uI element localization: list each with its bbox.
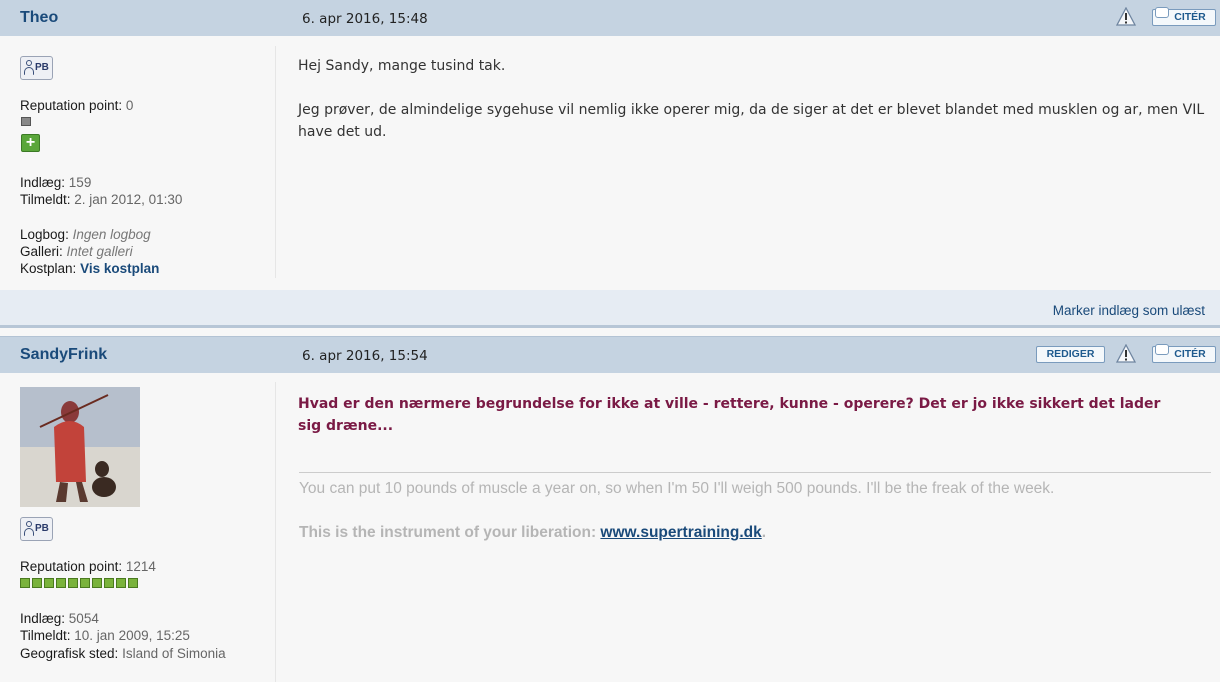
reputation-indicator — [21, 117, 31, 126]
reputation-box — [56, 578, 66, 588]
quote-button-label: CITÉR — [1174, 348, 1206, 360]
reputation-box — [32, 578, 42, 588]
private-message-button[interactable]: PB — [20, 517, 53, 541]
post-date: 6. apr 2016, 15:54 — [302, 348, 428, 364]
signature-divider — [299, 472, 1211, 473]
user-icon — [26, 60, 32, 66]
post-header: Theo 6. apr 2016, 15:48 CITÉR — [0, 0, 1220, 36]
gallery-value: Intet galleri — [66, 244, 133, 259]
joined-label: Tilmeldt — [20, 192, 67, 207]
post-date: 6. apr 2016, 15:48 — [302, 11, 428, 27]
reputation-box — [44, 578, 54, 588]
signature-line: This is the instrument of your liberatio… — [299, 524, 766, 542]
plus-icon[interactable]: + — [21, 134, 40, 152]
reputation-box — [116, 578, 126, 588]
posts-value: 159 — [68, 175, 92, 190]
posts-value: 5054 — [68, 611, 99, 626]
signature-line: You can put 10 pounds of muscle a year o… — [299, 480, 1055, 497]
pb-icon-label: PB — [35, 523, 49, 534]
logbook-row: Logbog: Ingen logbog — [20, 227, 151, 242]
joined-value: 10. jan 2009, 15:25 — [74, 628, 190, 643]
diet-link[interactable]: Vis kostplan — [80, 261, 159, 276]
user-icon — [26, 521, 32, 527]
message-paragraph: Hej Sandy, mange tusind tak. — [298, 58, 506, 74]
joined-row: Tilmeldt: 2. jan 2012, 01:30 — [20, 192, 183, 207]
quote-button[interactable]: CITÉR — [1152, 344, 1216, 363]
posts-row: Indlæg: 159 — [20, 175, 92, 190]
message-paragraph: Jeg prøver, de almindelige sygehuse vil … — [298, 102, 1205, 140]
gallery-label: Galleri — [20, 244, 60, 259]
report-icon[interactable] — [1116, 7, 1136, 27]
post-author[interactable]: Theo — [20, 9, 58, 27]
reputation-value: 1214 — [125, 559, 156, 574]
joined-label: Tilmeldt — [20, 628, 67, 643]
joined-value: 2. jan 2012, 01:30 — [74, 192, 183, 207]
diet-label: Kostplan — [20, 261, 73, 276]
diet-row: Kostplan: Vis kostplan — [20, 261, 160, 276]
user-sidebar: PB Reputation point: 0 + Indlæg: 159 Til… — [0, 46, 276, 278]
logbook-value: Ingen logbog — [72, 227, 151, 242]
location-label: Geografisk sted — [20, 646, 115, 661]
report-icon[interactable] — [1116, 344, 1136, 364]
signature-text: This is the instrument of your liberatio… — [299, 524, 601, 541]
reputation-box — [92, 578, 102, 588]
reputation-bar — [20, 578, 140, 589]
reputation-value: 0 — [125, 98, 134, 113]
post-footer: Marker indlæg som ulæst — [0, 290, 1220, 328]
gallery-row: Galleri: Intet galleri — [20, 244, 133, 259]
quote-button-label: CITÉR — [1174, 11, 1206, 23]
speech-bubble-icon — [1155, 7, 1169, 18]
posts-label: Indlæg — [20, 175, 62, 190]
reputation-box — [128, 578, 138, 588]
avatar-image — [20, 387, 140, 507]
signature-suffix: . — [761, 524, 767, 541]
signature-link[interactable]: www.supertraining.dk — [600, 524, 761, 541]
logbook-label: Logbog — [20, 227, 66, 242]
quote-button[interactable]: CITÉR — [1152, 7, 1216, 26]
reputation-row: Reputation point: 0 — [20, 98, 134, 113]
avatar — [20, 387, 140, 507]
post-header: SandyFrink 6. apr 2016, 15:54 REDIGER CI… — [0, 336, 1220, 373]
posts-label: Indlæg — [20, 611, 62, 626]
reputation-box — [68, 578, 78, 588]
speech-bubble-icon — [1155, 344, 1169, 355]
user-sidebar: PB Reputation point: 1214 Indlæg: 5054 T… — [0, 382, 276, 682]
post-author[interactable]: SandyFrink — [20, 346, 107, 364]
reputation-row: Reputation point: 1214 — [20, 559, 156, 574]
posts-row: Indlæg: 5054 — [20, 611, 99, 626]
private-message-button[interactable]: PB — [20, 56, 53, 80]
pb-icon-label: PB — [35, 62, 49, 73]
post-message: Hvad er den nærmere begrundelse for ikke… — [298, 396, 1161, 434]
reputation-box — [20, 578, 30, 588]
reputation-box — [80, 578, 90, 588]
mark-unread-link[interactable]: Marker indlæg som ulæst — [1053, 303, 1205, 318]
location-row: Geografisk sted: Island of Simonia — [20, 646, 226, 661]
reputation-box — [104, 578, 114, 588]
reputation-label: Reputation point — [20, 98, 119, 113]
location-value: Island of Simonia — [122, 646, 226, 661]
reputation-label: Reputation point — [20, 559, 119, 574]
joined-row: Tilmeldt: 10. jan 2009, 15:25 — [20, 628, 190, 643]
post-message: Hej Sandy, mange tusind tak. Jeg prøver,… — [298, 55, 1208, 143]
edit-button[interactable]: REDIGER — [1036, 346, 1105, 363]
